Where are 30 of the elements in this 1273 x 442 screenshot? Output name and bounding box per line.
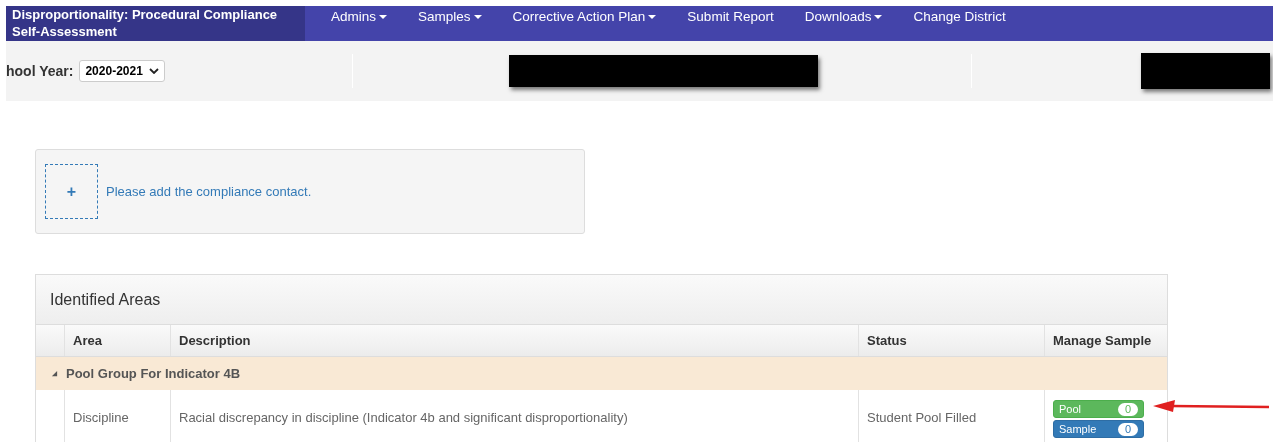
caret-icon (648, 14, 657, 19)
table-cell: Racial discrepancy in discipline (Indicator 4b and significant disproportionality) (179, 410, 628, 425)
school-year-select[interactable]: 2020-2021 (79, 60, 165, 82)
nav-menu-item[interactable]: Corrective Action Plan (500, 6, 669, 24)
group-label: Pool Group For Indicator 4B (66, 366, 241, 381)
caret-icon (874, 14, 883, 19)
chevron-down-icon (148, 68, 159, 74)
nav-menu-item[interactable]: Submit Report (675, 6, 786, 24)
count-badge: 0 (1117, 422, 1138, 436)
column-header: Manage Sample (1053, 333, 1152, 348)
column-header: Area (73, 333, 102, 348)
nav-menu-item[interactable]: Downloads (792, 6, 895, 24)
caret-icon (379, 14, 387, 19)
panel-title: Identified Areas (50, 290, 161, 309)
nav-menu-item[interactable]: Samples (406, 6, 494, 24)
app-title[interactable]: Disproportionality: Procedural Compliance Self-Assessment (6, 6, 305, 41)
count-badge: 0 (1117, 402, 1138, 416)
column-header: Description (179, 333, 251, 348)
nav-menu-item[interactable]: Change District (901, 6, 1018, 24)
column-header: Status (867, 333, 907, 348)
sample-button[interactable]: Sample 0 (1053, 420, 1144, 438)
add-contact-button[interactable]: + (45, 164, 98, 219)
group-row[interactable]: Pool Group For Indicator 4B (36, 357, 1167, 390)
expand-triangle-icon[interactable] (51, 370, 58, 377)
table-cell: Discipline (73, 410, 129, 425)
table-cell: Student Pool Filled (867, 410, 977, 425)
school-year-label: hool Year: (6, 63, 74, 79)
add-contact-link[interactable]: Please add the compliance contact. (106, 184, 312, 199)
nav-menu-item[interactable]: Admins (319, 6, 399, 24)
caret-icon (473, 14, 482, 19)
